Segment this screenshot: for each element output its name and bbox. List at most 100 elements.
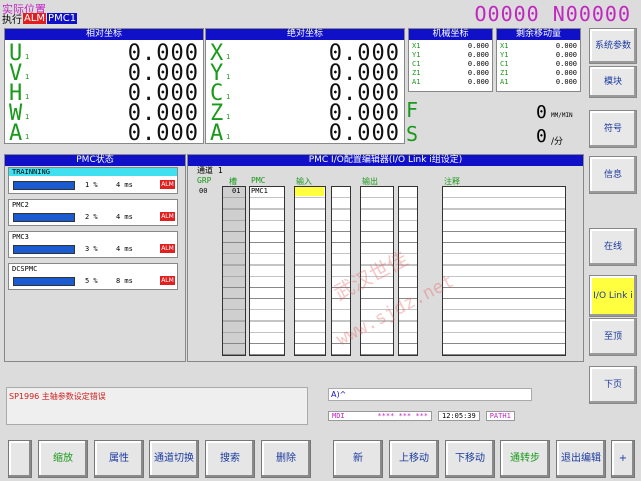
axis-value: 0.000	[555, 42, 577, 50]
axis-row: Z1 0.000	[409, 69, 492, 78]
error-message: SP1996 主轴参数设定错误	[9, 392, 106, 401]
alarm-badge: ALM	[23, 13, 47, 24]
softkey-right-8[interactable]: 下页	[589, 366, 637, 404]
softkey-bottom-1[interactable]	[8, 440, 32, 478]
axis-value: 0.000	[127, 121, 199, 146]
axis-sub: 1	[226, 53, 231, 61]
pmc-scan-time: 4 ms	[116, 213, 133, 221]
absolute-coords-panel: 绝对坐标 X 1 0.000 Y 1 0.000 C 1 0.000 Z 1 0.000 A 1 0.000	[205, 28, 405, 146]
axis-name: X1	[412, 42, 421, 50]
row-grp: 00	[199, 187, 208, 195]
pmc-alarm-badge: ALM	[160, 180, 175, 189]
axis-sub: 1	[25, 133, 30, 141]
softkey-bottom-2[interactable]: 缩放	[38, 440, 88, 478]
axis-value: 0.000	[467, 69, 489, 77]
softkey-bottom-4[interactable]: 通道切换	[149, 440, 199, 478]
col-header-pmc: PMC	[251, 176, 266, 185]
softkey-right-6[interactable]: I/O Link i	[589, 275, 637, 317]
axis-name: A	[9, 121, 23, 146]
axis-value: 0.000	[467, 78, 489, 86]
input-column[interactable]	[294, 186, 326, 356]
pmc-column[interactable]	[249, 186, 285, 356]
softkey-bottom-9[interactable]: 下移动	[445, 440, 495, 478]
softkey-right-5[interactable]: 在线	[589, 228, 637, 266]
row-slot: 01	[232, 187, 241, 195]
softkey-right-1[interactable]: 系统参数	[589, 28, 637, 64]
axis-value: 0.000	[328, 121, 400, 146]
feed-label: F	[406, 98, 419, 122]
key-input-buffer[interactable]: A)^	[328, 388, 532, 401]
axis-name: Y1	[412, 51, 421, 59]
pmc-name: DCSPMC	[12, 265, 38, 273]
softkey-bottom-6[interactable]: 删除	[261, 440, 311, 478]
axis-sub: 1	[226, 133, 231, 141]
axis-row: X10.000	[497, 42, 580, 51]
softkey-bottom-12[interactable]: +	[611, 440, 635, 478]
axis-row: Z1 0.000	[497, 69, 580, 78]
axis-value: 0.000	[555, 78, 577, 86]
softkey-right-4[interactable]: 信息	[589, 156, 637, 194]
axis-sub: 1	[226, 93, 231, 101]
mode-status: MDI **** *** ***	[328, 411, 432, 421]
softkey-bottom-11[interactable]: 退出编辑	[556, 440, 606, 478]
feed-unit: MM/MIN	[551, 112, 573, 119]
softkey-right-2[interactable]: 模块	[589, 66, 637, 98]
pmc-item[interactable]: PMC3 3 % 4 ms ALM	[8, 231, 178, 258]
axis-name: Z1	[500, 69, 509, 77]
pmc-item[interactable]: PMC2 2 % 4 ms ALM	[8, 199, 178, 226]
pmc-item[interactable]: TRAINNING 1 % 4 ms ALM	[8, 167, 178, 194]
path-badge: PMC1	[47, 13, 78, 24]
softkey-right-7[interactable]: 至顶	[589, 318, 637, 356]
program-number: O0000 N00000	[474, 2, 631, 26]
spindle-unit: /分	[551, 137, 564, 147]
softkey-bottom-8[interactable]: 上移动	[389, 440, 439, 478]
softkey-bottom-3[interactable]: 属性	[94, 440, 144, 478]
softkey-right-3[interactable]: 符号	[589, 110, 637, 148]
pmc-load-bar	[13, 213, 75, 222]
axis-row: C10.000	[409, 60, 492, 69]
axis-name: C1	[500, 60, 509, 68]
axis-row: X10.000	[208, 41, 402, 66]
softkey-bottom-5[interactable]: 搜索	[205, 440, 255, 478]
axis-value: 0.000	[467, 51, 489, 59]
axis-row: A1 0.000	[409, 78, 492, 87]
pmc-scan-time: 4 ms	[116, 245, 133, 253]
pmc-load-bar	[13, 277, 75, 286]
row-pmc: PMC1	[251, 187, 268, 195]
softkey-bottom-7[interactable]: 新	[333, 440, 383, 478]
remaining-move-panel: 剩余移动量 X1 0.000 Y1 0.000 C1 0.000 Z1 0.000 A1 0.00…	[496, 28, 581, 92]
message-box: SP1996 主轴参数设定错误	[6, 387, 308, 425]
pmc-load-bar	[13, 245, 75, 254]
panel-title: 机械坐标	[409, 29, 492, 40]
pmc-load-percent: 3 %	[85, 245, 98, 253]
pmc-alarm-badge: ALM	[160, 276, 175, 285]
slot-column[interactable]	[222, 186, 246, 356]
panel-title: 绝对坐标	[206, 29, 404, 40]
axis-name: Z1	[412, 69, 421, 77]
softkey-bottom-10[interactable]: 通转步	[500, 440, 550, 478]
pmc-load-percent: 1 %	[85, 181, 98, 189]
axis-value: 0.000	[555, 51, 577, 59]
pmc-name: PMC2	[12, 201, 29, 209]
pmc-load-percent: 2 %	[85, 213, 98, 221]
axis-value: 0.000	[467, 60, 489, 68]
axis-row: A1 0.000	[497, 78, 580, 87]
panel-title: 相对坐标	[5, 29, 203, 40]
pmc-item[interactable]: DCSPMC 5 % 8 ms ALM	[8, 263, 178, 290]
pmc-scan-time: 4 ms	[116, 181, 133, 189]
panel-title: PMC I/O配置编辑器(I/O Link i组设定)	[188, 155, 583, 166]
selected-cell[interactable]	[295, 187, 324, 196]
pmc-load-bar	[13, 181, 75, 190]
axis-name: Y1	[500, 51, 509, 59]
comment-column[interactable]	[442, 186, 566, 356]
axis-value: 0.000	[555, 69, 577, 77]
pmc-scan-time: 8 ms	[116, 277, 133, 285]
axis-row: U 1 0.000	[7, 41, 201, 66]
axis-row: Z10.000	[208, 101, 402, 126]
axis-row: H 1 0.000	[7, 81, 201, 106]
panel-title: 剩余移动量	[497, 29, 580, 40]
pmc-load-percent: 5 %	[85, 277, 98, 285]
axis-sub: 1	[226, 113, 231, 121]
axis-row: C10.000	[208, 81, 402, 106]
panel-title: PMC状态	[5, 155, 185, 166]
